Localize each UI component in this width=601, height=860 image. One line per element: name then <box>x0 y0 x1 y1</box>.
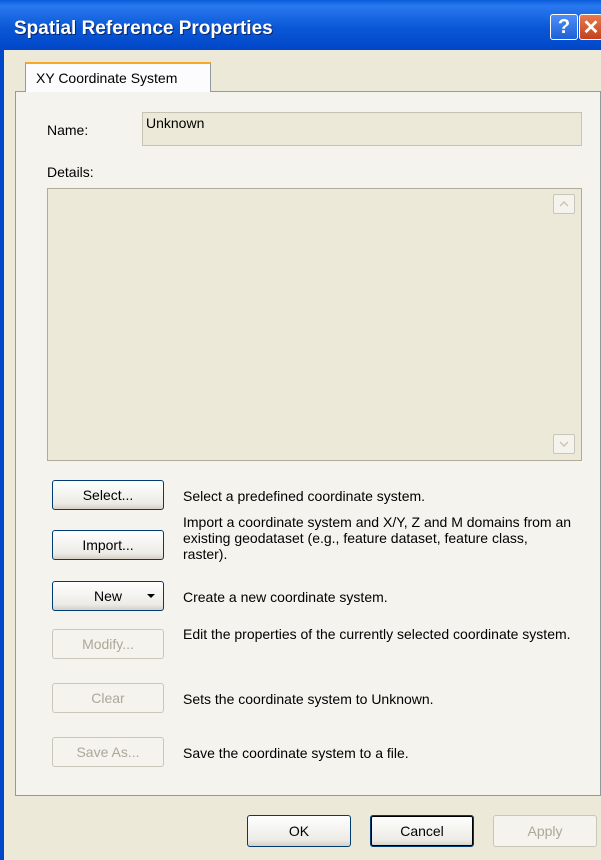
scroll-down-arrow-icon[interactable] <box>553 434 575 454</box>
new-description: Create a new coordinate system. <box>183 589 388 605</box>
close-icon[interactable]: ✕ <box>579 14 601 40</box>
save-as-button[interactable]: Save As... <box>52 737 164 767</box>
details-label: Details: <box>47 164 94 180</box>
help-icon[interactable]: ? <box>550 14 578 40</box>
cancel-button[interactable]: Cancel <box>370 815 474 847</box>
window-left-border <box>0 50 4 860</box>
ok-button[interactable]: OK <box>247 815 351 847</box>
window-title: Spatial Reference Properties <box>14 18 273 39</box>
import-description: Import a coordinate system and X/Y, Z an… <box>183 514 572 562</box>
new-button-label: New <box>93 588 122 604</box>
name-field: Unknown <box>142 112 582 146</box>
name-label: Name: <box>47 122 89 138</box>
modify-description: Edit the properties of the currently sel… <box>183 626 571 642</box>
import-button[interactable]: Import... <box>52 530 164 560</box>
scroll-up-arrow-icon[interactable] <box>553 194 575 214</box>
name-value: Unknown <box>146 115 205 131</box>
modify-button[interactable]: Modify... <box>52 629 164 659</box>
tab-label: XY Coordinate System <box>36 70 178 86</box>
tab-xy-coordinate-system[interactable]: XY Coordinate System <box>25 62 211 92</box>
clear-button[interactable]: Clear <box>52 683 164 713</box>
new-button[interactable]: New <box>52 581 164 611</box>
dropdown-arrow-icon <box>147 594 155 598</box>
select-button[interactable]: Select... <box>52 480 164 510</box>
clear-description: Sets the coordinate system to Unknown. <box>183 691 434 707</box>
select-description: Select a predefined coordinate system. <box>183 488 426 504</box>
apply-button[interactable]: Apply <box>493 815 597 847</box>
title-bar[interactable]: Spatial Reference Properties ? ✕ <box>0 0 601 50</box>
details-textarea[interactable] <box>47 188 582 461</box>
save-as-description: Save the coordinate system to a file. <box>183 745 409 761</box>
